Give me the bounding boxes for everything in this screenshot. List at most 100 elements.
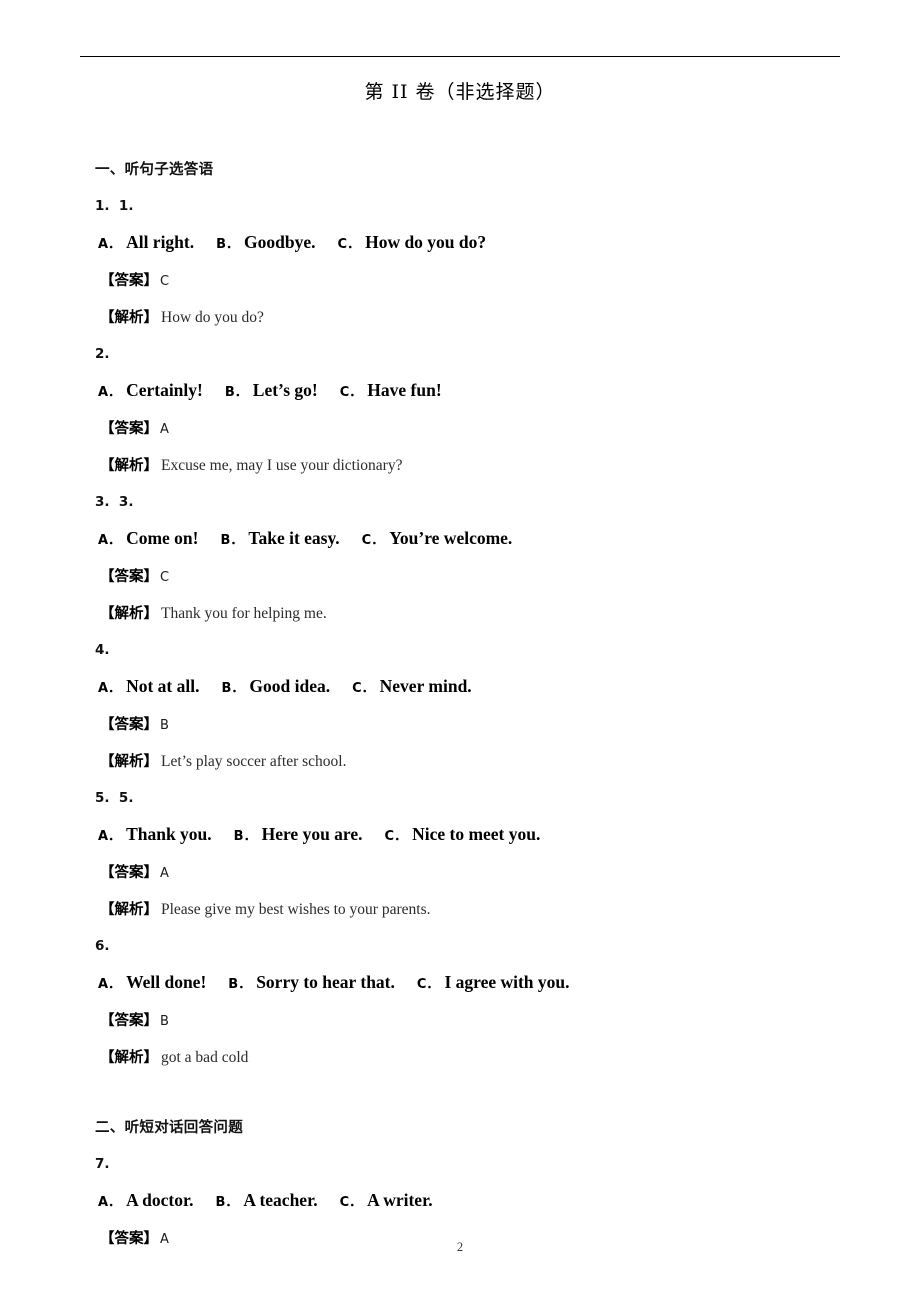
- question-number: 5. 5.: [95, 790, 134, 806]
- answer-label: 【答案】: [100, 273, 158, 289]
- answer-value: B: [160, 718, 169, 733]
- option-letter: A．: [98, 977, 122, 992]
- question-block: 1. 1. A． All right. B． Goodbye. C． How do you …: [95, 188, 855, 336]
- option-text: A teacher.: [243, 1190, 318, 1210]
- question-number: 3. 3.: [95, 494, 134, 510]
- answer-value: B: [160, 1014, 169, 1029]
- option-choice[interactable]: C． A writer.: [339, 1190, 433, 1210]
- option-choice[interactable]: A． A doctor.: [98, 1190, 194, 1210]
- option-list: A． Well done! B． Sorry to hear that. C． I agr…: [95, 964, 855, 1003]
- analysis-value: Please give my best wishes to your paren…: [161, 901, 431, 918]
- document-page: 第 II 卷（非选择题） 一、听句子选答语 1. 1. A． All right. B．…: [0, 0, 920, 1302]
- question-number: 4.: [95, 642, 110, 658]
- option-letter: B．: [228, 977, 252, 992]
- option-letter: B．: [216, 237, 240, 252]
- option-choice[interactable]: A． Well done!: [98, 972, 207, 992]
- option-choice[interactable]: B． Goodbye.: [216, 232, 316, 252]
- option-choice[interactable]: C． Nice to meet you.: [384, 824, 541, 844]
- option-list: A． Thank you. B． Here you are. C． Nice to mee…: [95, 816, 855, 855]
- option-letter: A．: [98, 533, 122, 548]
- question-number: 1. 1.: [95, 198, 134, 214]
- analysis-line: 【解析】 got a bad cold: [95, 1040, 855, 1076]
- option-text: How do you do?: [365, 232, 487, 252]
- question-number: 7.: [95, 1156, 110, 1172]
- analysis-value: Thank you for helping me.: [161, 605, 327, 622]
- answer-value: C: [160, 570, 170, 585]
- analysis-label: 【解析】: [100, 1050, 158, 1066]
- option-text: Nice to meet you.: [412, 824, 541, 844]
- option-letter: A．: [98, 829, 122, 844]
- answer-value: A: [160, 422, 169, 437]
- option-letter: C．: [339, 385, 363, 400]
- option-text: All right.: [126, 232, 195, 252]
- option-letter: B．: [221, 681, 245, 696]
- option-letter: C．: [352, 681, 375, 696]
- question-block: 2. A． Certainly! B． Let’s go! C． Have fun! 【答案】…: [95, 336, 855, 484]
- document-content: 一、听句子选答语 1. 1. A． All right. B． Goodbye. C． How…: [95, 152, 855, 1258]
- analysis-line: 【解析】 How do you do?: [95, 300, 855, 336]
- option-choice[interactable]: B． Good idea.: [221, 676, 331, 696]
- option-text: A doctor.: [126, 1190, 194, 1210]
- analysis-value: How do you do?: [161, 309, 264, 326]
- option-letter: C．: [416, 977, 440, 992]
- analysis-value: Let’s play soccer after school.: [161, 753, 347, 770]
- option-letter: C．: [361, 533, 385, 548]
- question-block: 5. 5. A． Thank you. B． Here you are. C． Nice t…: [95, 780, 855, 928]
- option-choice[interactable]: B． Let’s go!: [224, 380, 318, 400]
- header-divider: [80, 56, 840, 57]
- option-choice[interactable]: B． A teacher.: [215, 1190, 318, 1210]
- option-choice[interactable]: B． Take it easy.: [220, 528, 339, 548]
- section-heading: 一、听句子选答语: [95, 162, 214, 178]
- option-choice[interactable]: C． Never mind.: [352, 676, 472, 696]
- answer-value: C: [160, 274, 170, 289]
- option-letter: A．: [98, 1195, 122, 1210]
- option-letter: C．: [384, 829, 408, 844]
- analysis-line: 【解析】 Please give my best wishes to your p…: [95, 892, 855, 928]
- page-number: 2: [456, 1240, 464, 1254]
- section-heading: 二、听短对话回答问题: [95, 1120, 243, 1136]
- page-title: 第 II 卷（非选择题）: [364, 81, 556, 103]
- option-list: A． Come on! B． Take it easy. C． You’re welcom…: [95, 520, 855, 559]
- option-choice[interactable]: C． How do you do?: [337, 232, 487, 252]
- option-choice[interactable]: A． All right.: [98, 232, 195, 252]
- option-letter: C．: [339, 1195, 363, 1210]
- option-letter: B．: [224, 385, 248, 400]
- option-letter: B．: [233, 829, 257, 844]
- answer-label: 【答案】: [100, 569, 158, 585]
- analysis-line: 【解析】 Thank you for helping me.: [95, 596, 855, 632]
- option-list: A． A doctor. B． A teacher. C． A writer.: [95, 1182, 855, 1221]
- option-choice[interactable]: C． Have fun!: [339, 380, 442, 400]
- option-text: Good idea.: [249, 676, 331, 696]
- option-choice[interactable]: A． Come on!: [98, 528, 199, 548]
- answer-line: 【答案】 A: [95, 855, 855, 892]
- option-text: Never mind.: [379, 676, 472, 696]
- option-choice[interactable]: B． Here you are.: [233, 824, 363, 844]
- option-choice[interactable]: A． Not at all.: [98, 676, 200, 696]
- option-letter: C．: [337, 237, 361, 252]
- analysis-value: Excuse me, may I use your dictionary?: [161, 457, 403, 474]
- option-choice[interactable]: C． You’re welcome.: [361, 528, 513, 548]
- option-text: Let’s go!: [252, 380, 318, 400]
- answer-label: 【答案】: [100, 1013, 158, 1029]
- option-text: Well done!: [126, 972, 207, 992]
- option-choice[interactable]: A． Certainly!: [98, 380, 203, 400]
- option-letter: B．: [215, 1195, 239, 1210]
- option-text: Come on!: [126, 528, 199, 548]
- option-text: Not at all.: [126, 676, 200, 696]
- answer-line: 【答案】 C: [95, 559, 855, 596]
- option-choice[interactable]: C． I agree with you.: [416, 972, 570, 992]
- option-text: Certainly!: [126, 380, 203, 400]
- question-block: 4. A． Not at all. B． Good idea. C． Never mind.…: [95, 632, 855, 780]
- option-text: Thank you.: [126, 824, 212, 844]
- option-list: A． Certainly! B． Let’s go! C． Have fun!: [95, 372, 855, 411]
- option-list: A． Not at all. B． Good idea. C． Never mind.: [95, 668, 855, 707]
- option-letter: A．: [98, 681, 122, 696]
- option-choice[interactable]: A． Thank you.: [98, 824, 212, 844]
- option-letter: B．: [220, 533, 244, 548]
- answer-label: 【答案】: [100, 421, 158, 437]
- answer-line: 【答案】 B: [95, 707, 855, 744]
- analysis-line: 【解析】 Let’s play soccer after school.: [95, 744, 855, 780]
- option-text: Goodbye.: [244, 232, 316, 252]
- analysis-label: 【解析】: [100, 458, 158, 474]
- option-choice[interactable]: B． Sorry to hear that.: [228, 972, 395, 992]
